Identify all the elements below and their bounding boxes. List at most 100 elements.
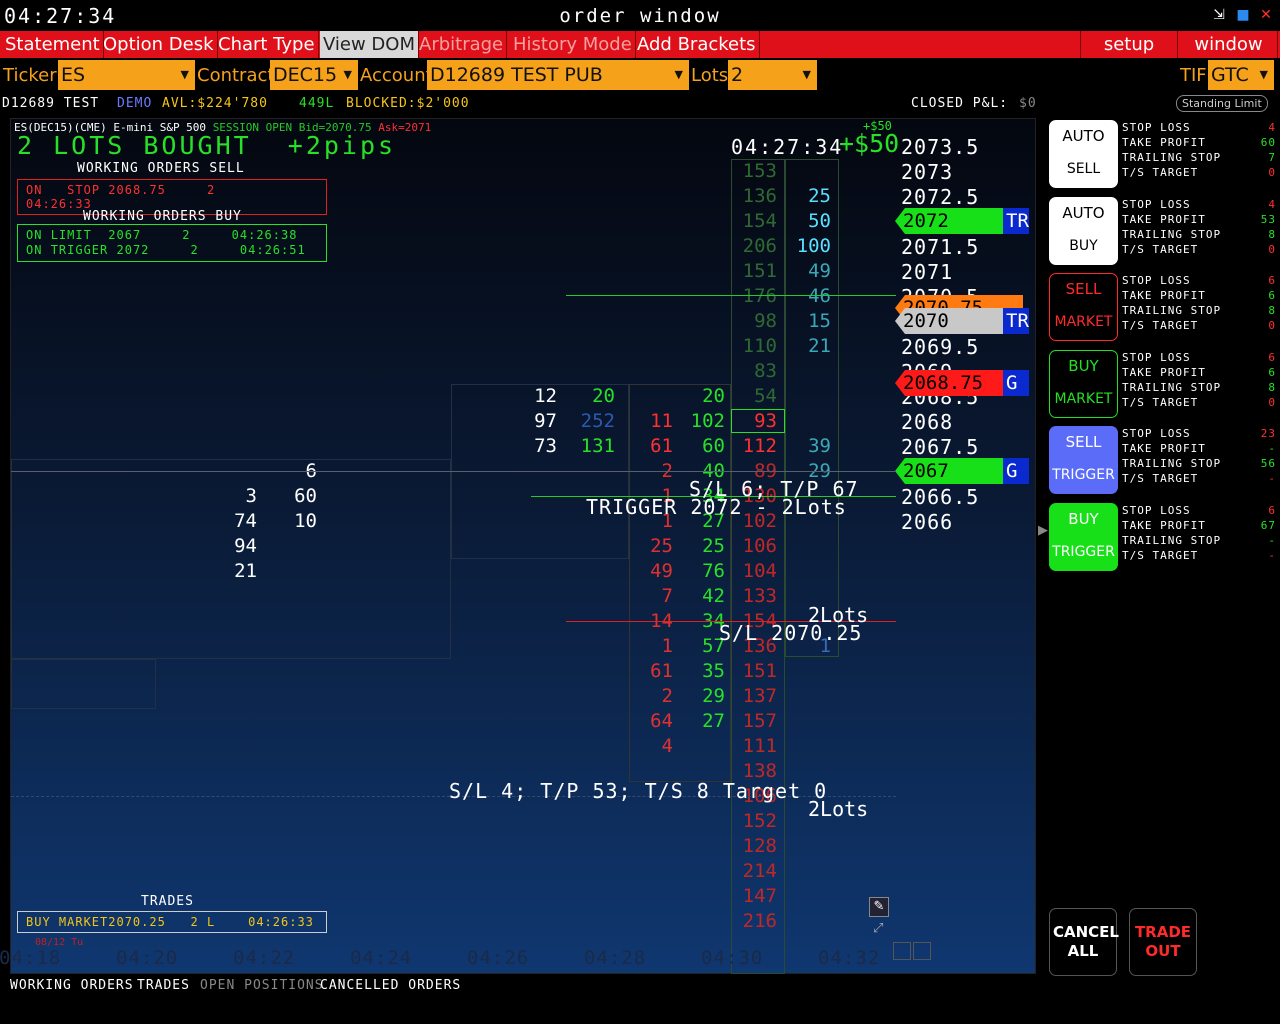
tab-open-positions[interactable]: OPEN POSITIONS — [200, 978, 324, 993]
price-level[interactable]: 2066.5 — [901, 485, 979, 509]
position-status: 2 LOTS BOUGHT +2pips — [17, 131, 397, 160]
time-tick: 04:18 — [0, 947, 62, 969]
strategy-param-ts: TRAILING STOP 8 — [1122, 227, 1276, 242]
contract-select[interactable]: DEC15 ▼ — [270, 60, 358, 90]
wo-buy-row[interactable]: ON TRIGGER 2072 2 04:26:51 — [26, 243, 318, 258]
lots-select[interactable]: 2 ▼ — [728, 60, 817, 90]
close-icon[interactable]: ✕ — [1258, 7, 1274, 23]
price-tag[interactable]: 2072 — [895, 208, 1003, 234]
strategy-param-value: 6 — [1268, 289, 1276, 302]
strategy-param-value: 53 — [1260, 212, 1276, 226]
account-select[interactable]: D12689 TEST PUB ▼ — [427, 60, 689, 90]
price-tag[interactable]: 2068.75 — [895, 370, 1003, 396]
price-tag[interactable]: 2070 — [895, 308, 1003, 334]
dom-ask-orders: 15 — [808, 310, 831, 332]
strategy-button[interactable]: AUTO BUY — [1049, 196, 1118, 265]
menu-add-brackets[interactable]: Add Brackets — [634, 31, 760, 58]
dom-bid-size: 104 — [742, 560, 777, 582]
account-bar: D12689 TEST DEMO AVL:$224'780 449L BLOCK… — [0, 95, 1280, 114]
scroll-left-icon[interactable] — [893, 942, 911, 960]
price-level[interactable]: 2071 — [901, 260, 953, 284]
wo-buy-row[interactable]: ON LIMIT 2067 2 04:26:38 — [26, 228, 318, 243]
strategy-param-tst: T/S TARGET - — [1122, 471, 1276, 486]
strategy-param-label: T/S TARGET — [1122, 319, 1199, 332]
strategy-button[interactable]: SELL MARKET — [1049, 273, 1118, 341]
menu-setup[interactable]: setup — [1080, 31, 1178, 58]
price-level[interactable]: 2073.5 — [901, 135, 979, 159]
sl-annotation: S/L 2070.25 — [719, 621, 863, 645]
strategy-button[interactable]: SELL TRIGGER — [1049, 426, 1118, 494]
strategy-param-tp: TAKE PROFIT 6 — [1122, 365, 1276, 380]
dom-chart-panel[interactable]: ES(DEC15)(CME) E-mini S&P 500 SESSION OP… — [0, 118, 1036, 974]
price-tag[interactable]: 2067 — [895, 458, 1003, 484]
standing-limit-toggle[interactable]: Standing Limit — [1176, 95, 1268, 112]
strategy-button[interactable]: AUTO SELL — [1049, 120, 1118, 188]
menu-statement[interactable]: Statement — [2, 31, 104, 58]
volume-buy: 29 — [702, 685, 725, 707]
strategy-param-value: - — [1268, 548, 1276, 562]
menu-chart-type[interactable]: Chart Type — [215, 31, 319, 58]
minimize-icon[interactable]: ⇲ — [1211, 7, 1227, 23]
price-level[interactable]: 2072.5 — [901, 185, 979, 209]
price-level[interactable]: 2069.5 — [901, 335, 979, 359]
menu-window[interactable]: window — [1180, 31, 1278, 58]
ticker-select[interactable]: ES ▼ — [58, 60, 195, 90]
pnl-big: +$50 — [839, 129, 900, 158]
history-cell: 74 — [234, 510, 257, 532]
strategy-param-value: 60 — [1260, 136, 1276, 149]
open-pl: 449L — [299, 96, 335, 111]
time-tick: 04:26 — [467, 947, 530, 969]
strategy-param-value: 6 — [1268, 274, 1276, 287]
strategy-param-sl: STOP LOSS 23 — [1122, 426, 1276, 441]
strategy-param-tp: TAKE PROFIT 60 — [1122, 135, 1276, 150]
dom-ask-size: 93 — [754, 410, 777, 432]
history-cell: 10 — [294, 510, 317, 532]
price-level[interactable]: 2066 — [901, 510, 953, 534]
pencil-icon[interactable]: ✎ — [869, 897, 889, 917]
strategy-param-ts: TRAILING STOP 8 — [1122, 303, 1276, 318]
tab-cancelled-orders[interactable]: CANCELLED ORDERS — [320, 978, 461, 993]
available-balance: AVL:$224'780 — [162, 96, 268, 111]
scroll-right-icon[interactable] — [913, 942, 931, 960]
dom-bid-size: 152 — [742, 810, 777, 832]
expand-icon[interactable]: ⤢ — [873, 921, 883, 936]
price-level[interactable]: 2073 — [901, 160, 953, 184]
account-id: D12689 TEST — [2, 96, 100, 111]
dom-bid-size: 111 — [742, 735, 777, 757]
trade-out-button[interactable]: TRADE OUT — [1129, 908, 1197, 976]
ticker-value: ES — [61, 64, 86, 86]
strategy-param-label: T/S TARGET — [1122, 548, 1199, 562]
price-tag-flag[interactable]: G — [1003, 370, 1029, 396]
strategy-param-label: STOP LOSS — [1122, 197, 1191, 211]
blocked-amount: BLOCKED:$2'000 — [346, 96, 470, 111]
price-tag-flag[interactable]: TR — [1003, 208, 1029, 234]
price-level[interactable]: 2067.5 — [901, 435, 979, 459]
expand-right-icon[interactable]: ▶ — [1038, 523, 1048, 538]
menu-history-mode[interactable]: History Mode — [510, 31, 636, 58]
wo-qty: 2 — [206, 183, 216, 197]
maximize-icon[interactable]: ■ — [1235, 7, 1251, 23]
strategy-button[interactable]: BUY TRIGGER — [1049, 502, 1118, 571]
lots-value: 2 — [731, 64, 744, 86]
menu-view-dom[interactable]: View DOM — [320, 31, 419, 58]
tab-trades[interactable]: TRADES — [137, 978, 190, 993]
contract-label: Contract — [197, 65, 275, 86]
strategy-button[interactable]: BUY MARKET — [1049, 349, 1118, 418]
tif-select[interactable]: GTC ▼ — [1208, 60, 1274, 90]
menu-option-desk[interactable]: Option Desk — [100, 31, 218, 58]
price-level[interactable]: 2068 — [901, 410, 953, 434]
strategy-param-label: T/S TARGET — [1122, 395, 1199, 409]
strategy-param-tst: T/S TARGET 0 — [1122, 318, 1276, 333]
cluster-cell: 61 — [650, 435, 673, 457]
price-level[interactable]: 2071.5 — [901, 235, 979, 259]
volume-buy: 25 — [702, 535, 725, 557]
price-tag-flag[interactable]: G — [1003, 458, 1029, 484]
tab-working-orders[interactable]: WORKING ORDERS — [10, 978, 134, 993]
cancel-all-button[interactable]: CANCEL ALL — [1049, 908, 1119, 976]
trade-row[interactable]: BUY MARKET2070.25 2 L 04:26:33 — [17, 911, 327, 933]
price-tag-flag[interactable]: TR — [1003, 308, 1029, 334]
menu-arbitrage[interactable]: Arbitrage — [416, 31, 508, 58]
strategy-param-value: 6 — [1268, 365, 1276, 379]
tif-value: GTC — [1211, 64, 1249, 86]
strategy-button-line2: SELL — [1066, 161, 1101, 177]
